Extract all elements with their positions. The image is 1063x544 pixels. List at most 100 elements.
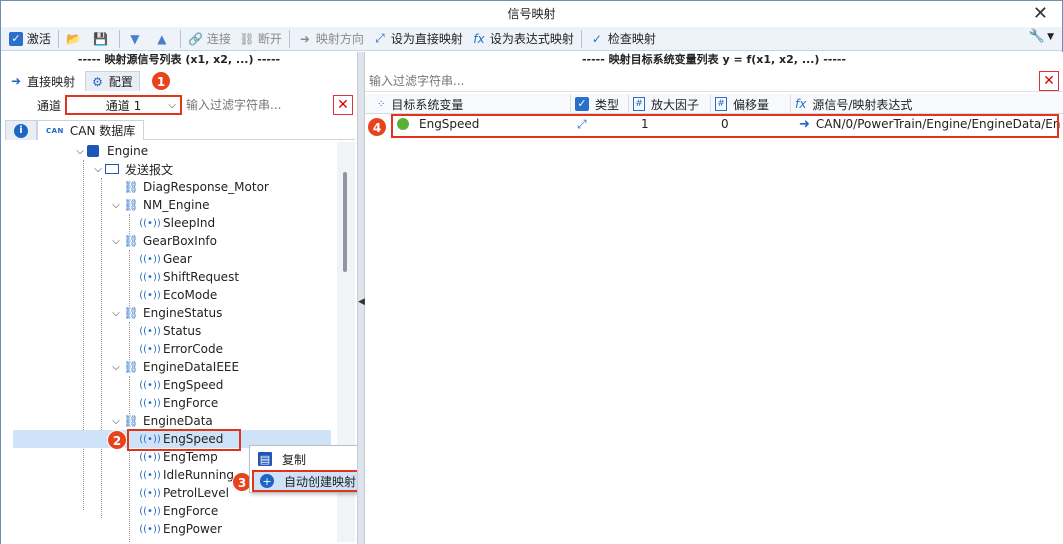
clear-target-filter-button[interactable]: ✕ <box>1039 71 1059 91</box>
chevron-down-icon[interactable]: ⌵ <box>109 236 123 247</box>
checkbox-icon: ✓ <box>9 31 23 46</box>
tree-signal[interactable]: ((•)) SleepInd <box>5 214 337 232</box>
open-button[interactable]: 📂 <box>62 28 89 50</box>
tree-label: EngForce <box>163 396 219 410</box>
tab-info[interactable]: i <box>5 120 37 140</box>
can-logo-icon: CAN <box>46 126 64 135</box>
tree-signal[interactable]: ((•)) EngSpeed <box>5 376 337 394</box>
column-target-label: 目标系统变量 <box>391 97 464 112</box>
channel-select[interactable]: 通道 1 ⌵ <box>65 95 182 115</box>
menu-item-copy-label: 复制 <box>282 452 307 467</box>
clear-filter-button[interactable]: ✕ <box>333 95 353 115</box>
tree-label: EngForce <box>163 504 219 518</box>
target-list-header: ----- 映射目标系统变量列表 y = f(x1, x2, ...) ----… <box>581 53 847 66</box>
column-type-label: 类型 <box>595 97 620 112</box>
window-title: 信号映射 <box>507 7 556 21</box>
chevron-down-icon[interactable]: ⌵ <box>91 164 105 175</box>
column-target[interactable]: ⁘ 目标系统变量 <box>365 94 571 114</box>
wrench-icon: 🔧 <box>1028 29 1046 44</box>
column-factor[interactable]: # 放大因子 <box>629 94 711 114</box>
tree-signal[interactable]: ((•)) EcoMode <box>5 286 337 304</box>
set-direct-button[interactable]: ⤢ 设为直接映射 <box>368 28 467 50</box>
target-filter-input[interactable] <box>365 70 965 91</box>
arrow-right-icon: ➜ <box>11 74 22 88</box>
add-circle-icon: + <box>260 474 274 488</box>
mapping-direction-button[interactable]: ➜ 映射方向 <box>293 28 368 50</box>
tree-node-tx-messages[interactable]: ⌵ 发送报文 <box>5 160 337 178</box>
tree-message[interactable]: ⌵ ⛓ NM_Engine <box>5 196 337 214</box>
tree-signal[interactable]: ((•)) EngForce <box>5 394 337 412</box>
copy-icon: ▤ <box>258 452 272 466</box>
check-mapping-button[interactable]: ✓ 检查映射 <box>585 28 660 50</box>
close-icon: ✕ <box>337 97 349 113</box>
checkbox-icon: ✓ <box>575 97 589 111</box>
tree-message[interactable]: ⛓ DiagResponse_Motor <box>5 178 337 196</box>
tab-config-label: 配置 <box>108 75 133 89</box>
tree-label: EngineStatus <box>143 306 223 320</box>
target-filter-row: ✕ <box>365 70 1063 92</box>
channel-value: 通道 1 <box>105 98 142 113</box>
tree-label: NM_Engine <box>143 198 210 212</box>
activate-label: 激活 <box>26 32 51 46</box>
tree-message[interactable]: ⌵ ⛓ EngineDataIEEE <box>5 358 337 376</box>
move-down-button[interactable]: ▼ <box>123 28 150 50</box>
move-up-button[interactable]: ▲ <box>150 28 177 50</box>
tree-label: SleepInd <box>163 216 216 230</box>
pane-splitter[interactable]: ◀ <box>357 52 365 544</box>
column-type[interactable]: ✓ 类型 <box>571 94 629 114</box>
signal-icon: ((•)) <box>139 343 161 355</box>
chevron-down-icon[interactable]: ⌵ <box>109 308 123 319</box>
activate-toggle[interactable]: ✓ 激活 <box>5 28 55 50</box>
highlight-mapped-row <box>391 114 1059 138</box>
tree-label: GearBoxInfo <box>143 234 217 248</box>
tree-node-engine[interactable]: ⌵ Engine <box>5 142 337 160</box>
link-icon: ⛓ <box>123 414 139 428</box>
connect-button[interactable]: 🔗 连接 <box>184 28 235 50</box>
link-icon: 🔗 <box>188 31 204 46</box>
tree-message[interactable]: ⌵ ⛓ EngineStatus <box>5 304 337 322</box>
sysvar-icon: ⁘ <box>377 98 386 110</box>
column-offset[interactable]: # 偏移量 <box>711 94 791 114</box>
unlink-icon: ⛓ <box>239 31 255 46</box>
tree-signal[interactable]: ((•)) Status <box>5 322 337 340</box>
scrollbar-thumb[interactable] <box>343 172 347 272</box>
tree-message[interactable]: ⌵ ⛓ EngineData <box>5 412 337 430</box>
channel-row: 通道 通道 1 ⌵ ✕ <box>1 94 357 116</box>
set-expression-button[interactable]: fx 设为表达式映射 <box>467 28 578 50</box>
column-source[interactable]: fx 源信号/映射表达式 <box>791 94 1063 114</box>
chevron-down-icon[interactable]: ⌵ <box>73 146 87 157</box>
close-icon[interactable]: ✕ <box>1033 1 1048 27</box>
chevron-down-icon: ▼ <box>1047 31 1054 42</box>
signal-icon: ((•)) <box>139 523 161 535</box>
collapse-arrow-icon[interactable]: ◀ <box>358 297 365 307</box>
tab-config[interactable]: ⚙ 配置 <box>85 71 140 91</box>
tree-signal[interactable]: ((•)) EngPower <box>5 520 337 538</box>
channel-label: 通道 <box>36 98 61 113</box>
toolbar-separator <box>57 29 59 48</box>
function-icon: fx <box>473 31 485 46</box>
settings-menu-button[interactable]: 🔧 ▼ <box>1029 29 1054 44</box>
tree-label: ErrorCode <box>163 342 223 356</box>
column-offset-label: 偏移量 <box>733 97 770 112</box>
chevron-down-icon[interactable]: ⌵ <box>109 416 123 427</box>
info-icon: i <box>14 123 28 138</box>
source-filter-input[interactable] <box>182 95 322 115</box>
disconnect-button[interactable]: ⛓ 断开 <box>235 28 286 50</box>
tab-direct-mapping[interactable]: ➜ 直接映射 <box>5 71 82 91</box>
tree-signal[interactable]: ((•)) ErrorCode <box>5 340 337 358</box>
signal-icon: ((•)) <box>139 217 161 229</box>
toolbar: ✓ 激活 📂 💾 ▼ ▲ 🔗 连接 ⛓ 断开 ➜ 映射方向 ⤢ 设为直接映射 fx 设为表… <box>1 27 1062 51</box>
tree-signal[interactable]: ((•)) Gear <box>5 250 337 268</box>
chevron-down-icon[interactable]: ⌵ <box>109 362 123 373</box>
target-variable-pane: ----- 映射目标系统变量列表 y = f(x1, x2, ...) ----… <box>365 52 1063 544</box>
tree-message[interactable]: ⌵ ⛓ GearBoxInfo <box>5 232 337 250</box>
tree-signal[interactable]: ((•)) EngForce <box>5 502 337 520</box>
save-button[interactable]: 💾 <box>89 28 116 50</box>
tab-can-database[interactable]: CAN CAN 数据库 <box>37 120 145 140</box>
tree-label: EngSpeed <box>163 378 224 392</box>
signal-icon: ((•)) <box>139 397 161 409</box>
tree-signal[interactable]: ((•)) ShiftRequest <box>5 268 337 286</box>
gear-icon: ⚙ <box>92 74 103 89</box>
chevron-down-icon[interactable]: ⌵ <box>109 200 123 211</box>
signal-icon: ((•)) <box>139 253 161 265</box>
